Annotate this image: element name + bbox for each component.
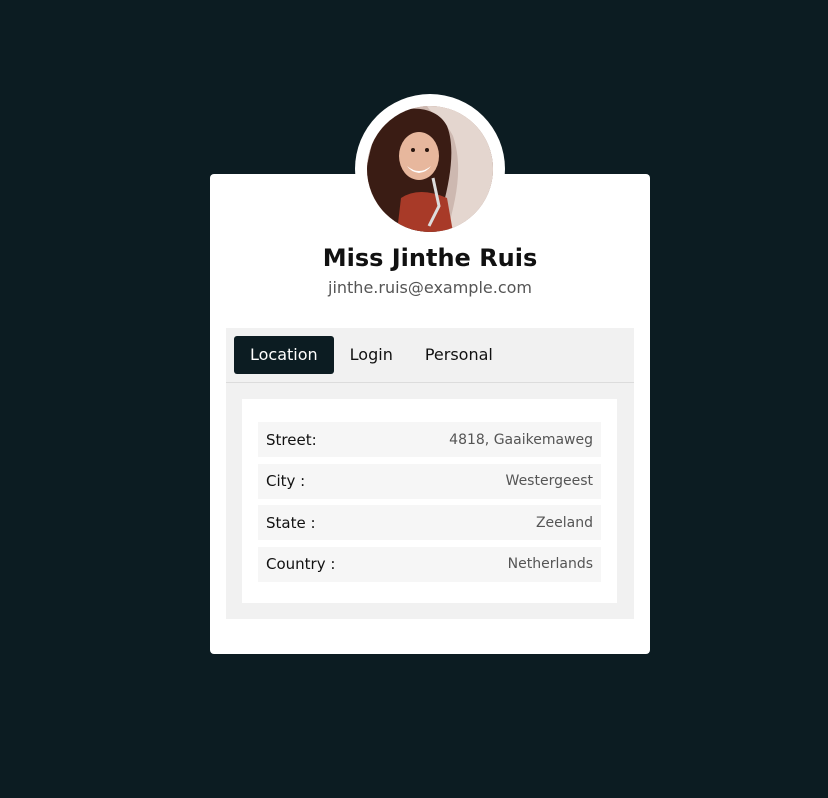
avatar [367,106,493,232]
city-label: City : [266,472,306,490]
tab-bar: Location Login Personal [226,328,634,383]
location-content: Street: 4818, Gaaikemaweg City : Westerg… [242,399,617,603]
avatar-frame [355,94,505,244]
street-label: Street: [266,430,317,449]
info-row-street: Street: 4818, Gaaikemaweg [258,422,601,457]
state-value: Zeeland [535,514,593,531]
info-row-city: City : Westergeest [258,463,601,499]
avatar-photo [367,106,493,232]
tab-personal[interactable]: Personal [409,336,509,374]
state-label: State : [266,513,316,532]
tab-location[interactable]: Location [234,336,334,374]
street-value: 4818, Gaaikemaweg [449,431,593,448]
country-label: Country : [266,555,336,573]
country-value: Netherlands [507,556,593,572]
tabs-panel: Location Login Personal Street: 4818, Ga… [226,328,634,619]
city-value: Westergeest [505,473,593,489]
tab-login[interactable]: Login [334,336,409,374]
profile-name: Miss Jinthe Ruis [322,244,538,272]
info-row-country: Country : Netherlands [258,546,601,582]
profile-card: Miss Jinthe Ruis jinthe.ruis@example.com… [210,174,650,654]
info-row-state: State : Zeeland [258,505,601,540]
profile-email: jinthe.ruis@example.com [328,278,532,297]
